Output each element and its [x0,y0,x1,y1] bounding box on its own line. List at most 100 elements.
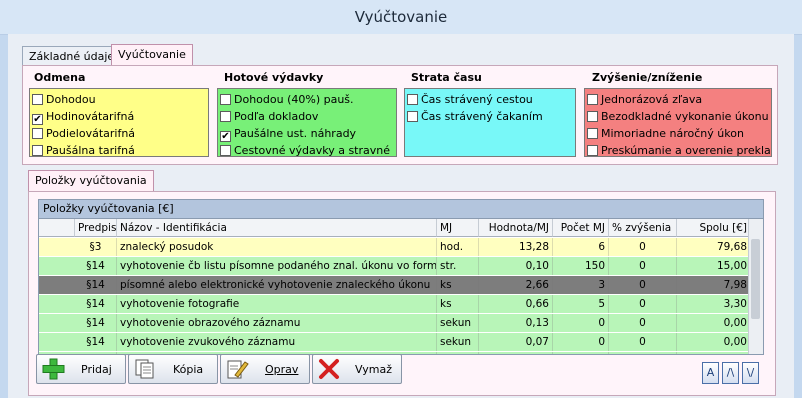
cell-hodnota: 2,66 [479,276,553,294]
option-odmena-3[interactable]: Paušálna tarifná [30,142,208,159]
checkbox[interactable] [32,128,43,139]
cell-spolu: 79,68 [677,238,751,256]
option-label: Podľa dokladov [234,110,319,123]
table-row[interactable]: §14 vyhotovenie obrazového záznamu sekun 0,… [39,314,751,332]
cell-nazov: vyhotovenie zvukového záznamu [117,333,437,351]
cell-mj: sekun [437,333,479,351]
cell-pocet: 0 [553,352,609,354]
cell-zvysenie: 0 [609,352,677,354]
cell-mj: sekun [437,314,479,332]
cell-spolu: 3,30 [677,295,751,313]
cell-hodnota: 0,66 [479,295,553,313]
checkbox[interactable] [587,145,598,156]
checkbox-checked[interactable]: ✔ [220,131,231,142]
option-label: Podielovátarifná [46,127,136,140]
cell-hodnota: 1,66 [479,352,553,354]
option-zvysenie-0[interactable]: Jednorázová zľava [585,91,771,108]
cell-spolu: 0,00 [677,314,751,332]
oprav-button[interactable]: Oprav [220,354,310,384]
cell-spolu: 7,98 [677,276,751,294]
group-odmena: Dohodou ✔ Hodinovátarifná Podielovátarifná P… [29,88,209,157]
group-hotove-vydavky: Dohodou (40%) pauš. Podľa dokladov ✔ Paušál… [217,88,397,157]
table-row[interactable]: §14 vyhotovenie zvukového záznamu sekun 0,0… [39,333,751,351]
column-header-pocet[interactable]: Počet MJ [553,219,609,237]
column-header-mj[interactable]: MJ [437,219,479,237]
checkbox[interactable] [587,111,598,122]
vymaz-label: Vymaž [355,363,392,376]
table-row[interactable]: §3 znalecký posudok hod. 13,28 6 0 79,68 [39,238,751,256]
option-hotove-1[interactable]: Podľa dokladov [218,108,396,125]
group-strata-casu: Čas strávený cestou Čas strávený čakaním [404,88,576,157]
table-row[interactable]: §14 vyhotovenie čb listu písomne podaného… [39,257,751,275]
cell-predpis: §14 [75,333,117,351]
oprav-label: Oprav [265,363,299,376]
column-header-spolu[interactable]: Spolu [€] [677,219,751,237]
option-odmena-1[interactable]: ✔ Hodinovátarifná [30,108,208,125]
cell-mj: ks [437,276,479,294]
option-strata-0[interactable]: Čas strávený cestou [405,91,575,108]
grid-title: Položky vyúčtovania [€] [39,200,763,219]
tab-vyuctovanie[interactable]: Vyúčtovanie [111,44,193,66]
option-hotove-3[interactable]: Cestovné výdavky a stravné [218,142,396,159]
cell-nazov: vyhotovenie čb listu písomne podaného zn… [117,257,437,275]
option-zvysenie-2[interactable]: Mimoriadne náročný úkon [585,125,771,142]
add-icon [42,358,65,380]
option-label: Bezodkladné vykonanie úkonu [601,110,769,123]
option-label: Paušálna tarifná [46,144,135,157]
option-odmena-2[interactable]: Podielovátarifná [30,125,208,142]
checkbox-checked[interactable]: ✔ [32,114,43,125]
checkbox[interactable] [587,94,598,105]
pridaj-label: Pridaj [81,363,112,376]
cell-predpis: §14 [75,276,117,294]
option-zvysenie-3[interactable]: Preskúmanie a overenie prekladu [585,142,771,159]
cell-spolu: 0,00 [677,352,751,354]
column-header-hodnota[interactable]: Hodnota/MJ [479,219,553,237]
column-header-predpis[interactable]: Predpis [75,219,117,237]
checkbox[interactable] [220,145,231,156]
column-header-nazov[interactable]: Názov - Identifikácia [117,219,437,237]
cell-hodnota: 0,10 [479,257,553,275]
vymaz-button[interactable]: Vymaž [312,354,402,384]
option-zvysenie-1[interactable]: Bezodkladné vykonanie úkonu [585,108,771,125]
tab-zakladne-udaje[interactable]: Základné údaje [22,46,122,66]
option-hotove-2[interactable]: ✔ Paušálne ust. náhrady [218,125,396,142]
sort-a-button[interactable]: A [702,362,719,384]
checkbox[interactable] [407,111,418,122]
kopia-button[interactable]: Kópia [128,354,218,384]
checkbox[interactable] [587,128,598,139]
group-zvysenie-znizenie: Jednorázová zľava Bezodkladné vykonanie ú… [584,88,772,157]
checkbox[interactable] [32,145,43,156]
scrollbar-thumb[interactable] [751,239,760,319]
cell-pocet: 3 [553,276,609,294]
cell-nazov: písomné alebo elektronické vyhotovenie z… [117,276,437,294]
checkbox[interactable] [220,94,231,105]
checkbox[interactable] [32,94,43,105]
move-up-button[interactable]: /\ [722,362,739,384]
cell-zvysenie: 0 [609,257,677,275]
checkbox[interactable] [407,94,418,105]
option-hotove-0[interactable]: Dohodou (40%) pauš. [218,91,396,108]
option-label: Mimoriadne náročný úkon [601,127,744,140]
cell-predpis: §14 [75,295,117,313]
checkbox[interactable] [220,111,231,122]
group-title-zvysenie-znizenie: Zvýšenie/zníženie [592,71,703,84]
table-row[interactable]: §14 písomné alebo elektronické vyhotoveni… [39,276,751,294]
cell-spolu: 15,00 [677,257,751,275]
group-title-hotove-vydavky: Hotové výdavky [224,71,324,84]
option-odmena-0[interactable]: Dohodou [30,91,208,108]
group-title-strata-casu: Strata času [411,71,482,84]
grid-vertical-scrollbar[interactable] [748,219,763,354]
move-down-button[interactable]: \/ [742,362,759,384]
group-title-odmena: Odmena [34,71,86,84]
cell-pocet: 150 [553,257,609,275]
table-row[interactable]: §14 vyhotovenie fotografie ks 0,66 5 0 3,30 [39,295,751,313]
column-header-zvysenie[interactable]: % zvýšenia [609,219,677,237]
delete-icon [319,359,339,379]
copy-icon [135,359,154,379]
cell-nazov: znalecký posudok [117,238,437,256]
pridaj-button[interactable]: Pridaj [36,354,126,384]
grid-header-indicator [39,219,75,237]
tab-polozky-vyuctovania[interactable]: Položky vyúčtovania [28,170,154,192]
option-strata-1[interactable]: Čas strávený čakaním [405,108,575,125]
cell-pocet: 5 [553,295,609,313]
